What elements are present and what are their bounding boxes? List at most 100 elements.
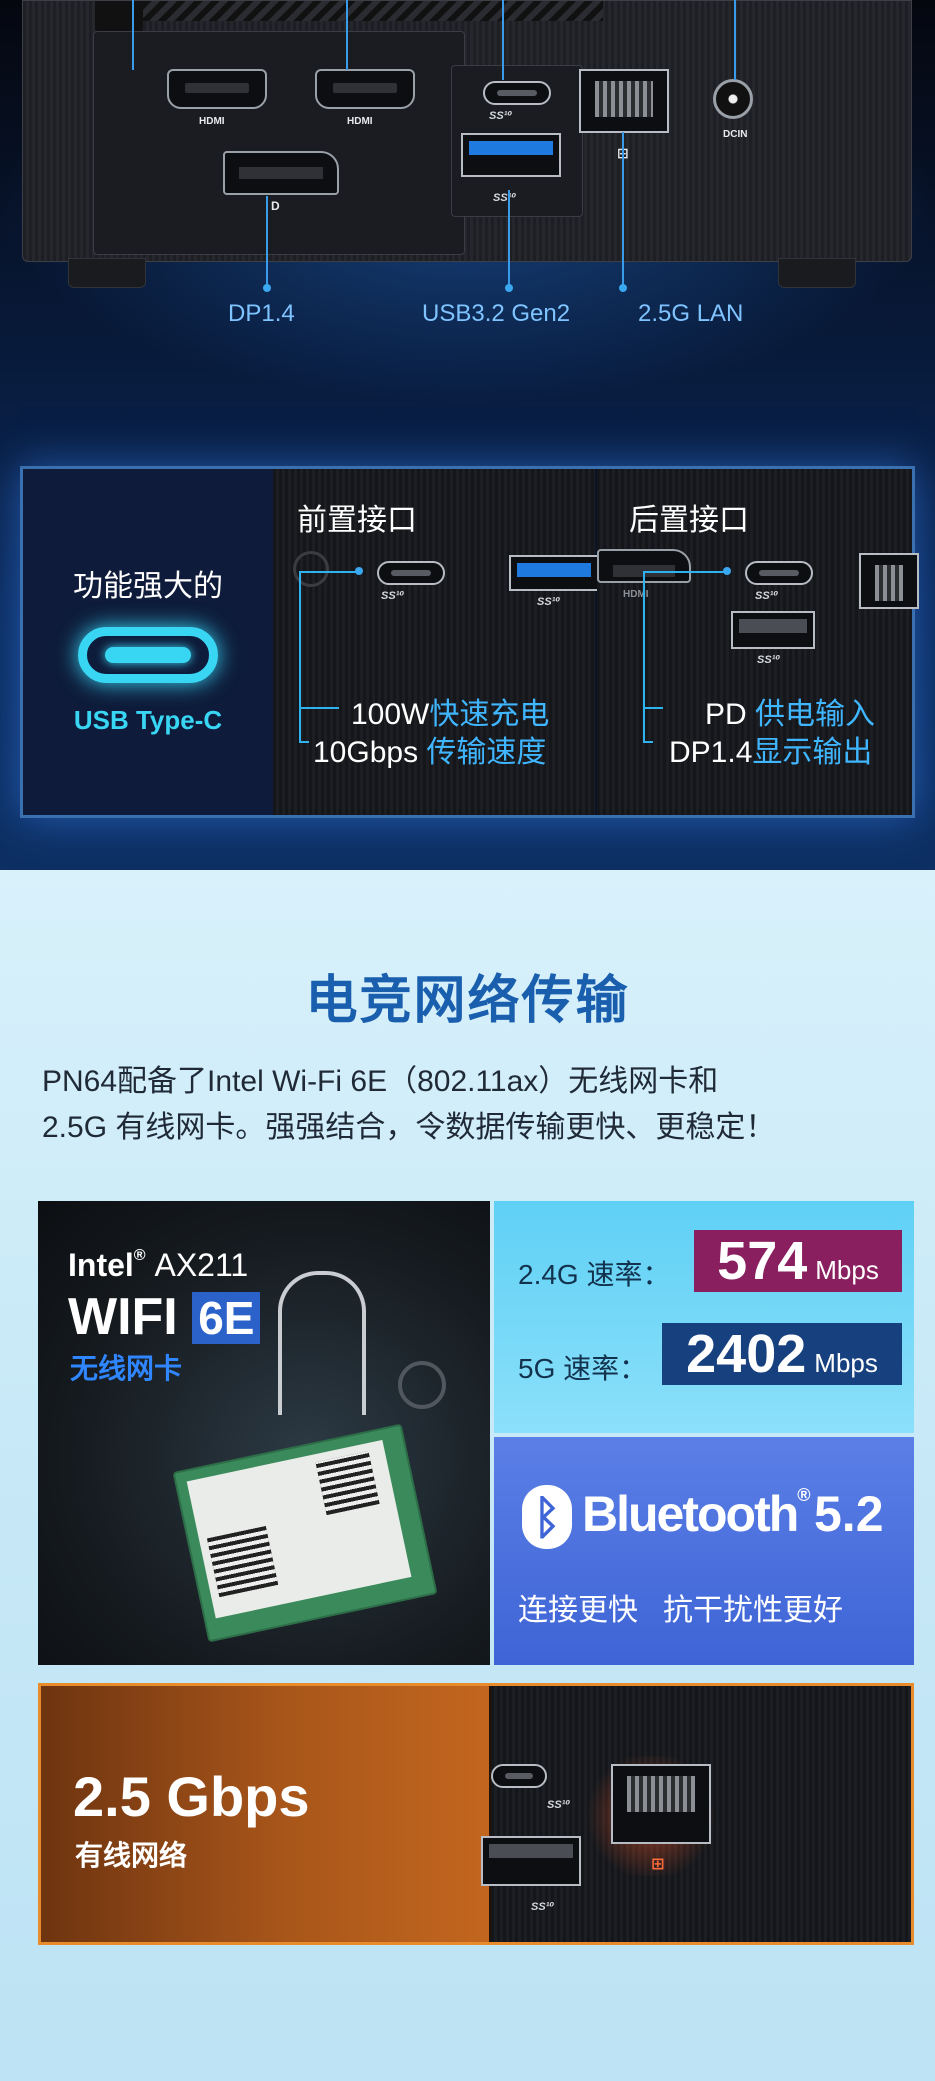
qr-code-2 [315,1451,380,1516]
lan-ss-logo-2: SS¹⁰ [531,1901,555,1913]
network-desc-line-2: 2.5G 有线网卡。强强结合，令数据传输更快、更稳定！ [42,1111,776,1144]
network-desc-line-1: PN64配备了Intel Wi-Fi 6E（802.11ax）无线网卡和 [42,1065,719,1098]
lan-ss-logo-1: SS¹⁰ [547,1799,571,1811]
antenna-cable [278,1271,366,1415]
lan-caption: 有线网络 [75,1840,188,1871]
front-ss-logo-1: SS¹⁰ [381,590,405,602]
front-feature-2-plain: 10Gbps [313,736,427,769]
wifi-module-label [186,1439,412,1619]
front-feature-2-highlight: 传输速度 [426,736,547,769]
leader-line-hdmi2 [346,0,348,70]
lan-text-area: 2.5 Gbps 有线网络 [41,1686,489,1942]
rate-24g-value: 574 [717,1231,808,1291]
leader-line-dp [266,196,268,286]
dc-in-port [713,79,753,119]
front-bracket-line [299,571,301,741]
rear-feature-2-highlight: 显示输出 [752,736,873,769]
lan-port-photo: ⊞ SS¹⁰ SS¹⁰ [481,1686,911,1942]
leader-line-usbc [502,0,504,80]
dcin-label: DCIN [723,129,748,140]
rate-5g-label: 5G 速率： [518,1353,648,1384]
rear-ss-logo-1: SS¹⁰ [755,590,779,602]
rear-ss-logo-2: SS¹⁰ [757,654,781,666]
rate-5g-value: 2402 [686,1324,807,1384]
pc-rear-panel: HDMI HDMI D SS¹⁰ SS¹⁰ ⊞ DCIN [22,0,912,262]
usb-c-feature-panel: 功能强大的 USB Type-C 前置接口 SS¹⁰ SS¹⁰ 100W快速充电… [20,466,919,818]
leader-line-usb [508,190,510,286]
front-bracket-dot [355,567,363,575]
usb-c-port [483,81,551,105]
leader-line-hdmi1 [132,0,134,70]
rear-feature-2-plain: DP1.4 [669,736,753,769]
label-dp: DP1.4 [228,300,295,327]
wifi-card-photo: Intel® AX211 WIFI 6E 无线网卡 [38,1201,490,1665]
front-title: 前置接口 [297,504,417,537]
rate-24g-label: 2.4G 速率： [518,1259,671,1290]
front-feature-2: 10Gbps 传输速度 [313,727,546,771]
rear-feature-2: DP1.4显示输出 [669,727,872,771]
rear-title: 后置接口 [629,504,749,537]
intel-text: Intel [68,1247,134,1283]
rear-ports-photo: 后置接口 HDMI SS¹⁰ SS¹⁰ PD 供电输入 DP1.4显示输出 [597,469,919,815]
leader-line-lan [622,132,624,286]
usb-c-tagline: 功能强大的 [73,570,223,603]
hdmi-port-2 [315,69,415,109]
rate-5g-value-box: 2402 Mbps [662,1323,902,1385]
qr-code-1 [207,1526,279,1598]
rear-usb-c-port [745,561,813,585]
intel-reg-mark: ® [133,1247,146,1264]
usb-c-icon-tongue [105,647,191,663]
lan-speed: 2.5 Gbps [73,1765,310,1828]
front-bracket-top [299,571,359,573]
standoff-screw [398,1361,446,1409]
wifi-model: AX211 [154,1247,249,1283]
wifi-module [172,1423,438,1643]
six-e-badge: 6E [192,1292,261,1344]
front-usb-a-port [509,555,599,591]
vent-grille [118,1,603,21]
bluetooth-caption: 连接更快 抗干扰性更好 [518,1594,844,1627]
wifi-text: WIFI [68,1288,178,1346]
rear-bracket-dot [723,567,731,575]
foot-left [68,258,146,288]
wifi-rates-panel: 2.4G 速率： 574 Mbps 5G 速率： 2402 Mbps [494,1201,914,1433]
label-usb: USB3.2 Gen2 [422,300,571,327]
front-ss-logo-2: SS¹⁰ [537,596,561,608]
rate-5g-unit: Mbps [814,1348,878,1378]
usb-a-port [461,133,561,177]
hdmi-label-1: HDMI [199,116,225,127]
usb-c-badge-area: 功能强大的 USB Type-C [23,469,273,815]
bluetooth-icon: ᛒ [522,1485,572,1549]
usb-c-badge-text: USB Type-C [73,705,223,735]
leader-line-dcin [734,0,736,80]
label-lan: 2.5G LAN [638,300,744,327]
leader-dot-usb [505,284,513,292]
bluetooth-panel: ᛒ Bluetooth® 5.2 连接更快 抗干扰性更好 [494,1437,914,1665]
rate-24g-unit: Mbps [815,1255,879,1285]
lan-usb-c-port [491,1764,547,1788]
rear-rj45-port [859,553,919,609]
usb-c-icon [78,627,218,683]
rear-usb-a-port [731,611,815,649]
front-ports-photo: 前置接口 SS¹⁰ SS¹⁰ 100W快速充电 10Gbps 传输速度 [273,469,599,815]
bluetooth-version: 5.2 [814,1486,884,1542]
hdmi-label-2: HDMI [347,116,373,127]
rate-24g-value-box: 574 Mbps [694,1230,902,1292]
network-heading: 电竞网络传输 [305,972,630,1030]
rear-bracket-line [643,571,645,741]
rear-bracket-bottom [643,741,653,743]
front-bracket-mid [299,707,339,709]
wifi-6e-logo: WIFI 6E [68,1287,261,1347]
wired-lan-panel: 2.5 Gbps 有线网络 ⊞ SS¹⁰ SS¹⁰ [38,1683,914,1945]
bluetooth-wordmark: Bluetooth® [582,1485,811,1543]
intel-brand: Intel® AX211 [68,1247,248,1284]
front-usb-c-port [377,561,445,585]
rear-bracket-top [643,571,727,573]
leader-dot-lan [619,284,627,292]
ports-hero: HDMI HDMI D SS¹⁰ SS¹⁰ ⊞ DCIN DP1.4 USB3.… [0,0,935,870]
rear-bracket-mid [643,707,663,709]
rj45-port [579,69,669,133]
display-port-panel [93,31,465,255]
displayport-port [223,151,339,195]
wifi-subtitle: 无线网卡 [70,1353,183,1384]
